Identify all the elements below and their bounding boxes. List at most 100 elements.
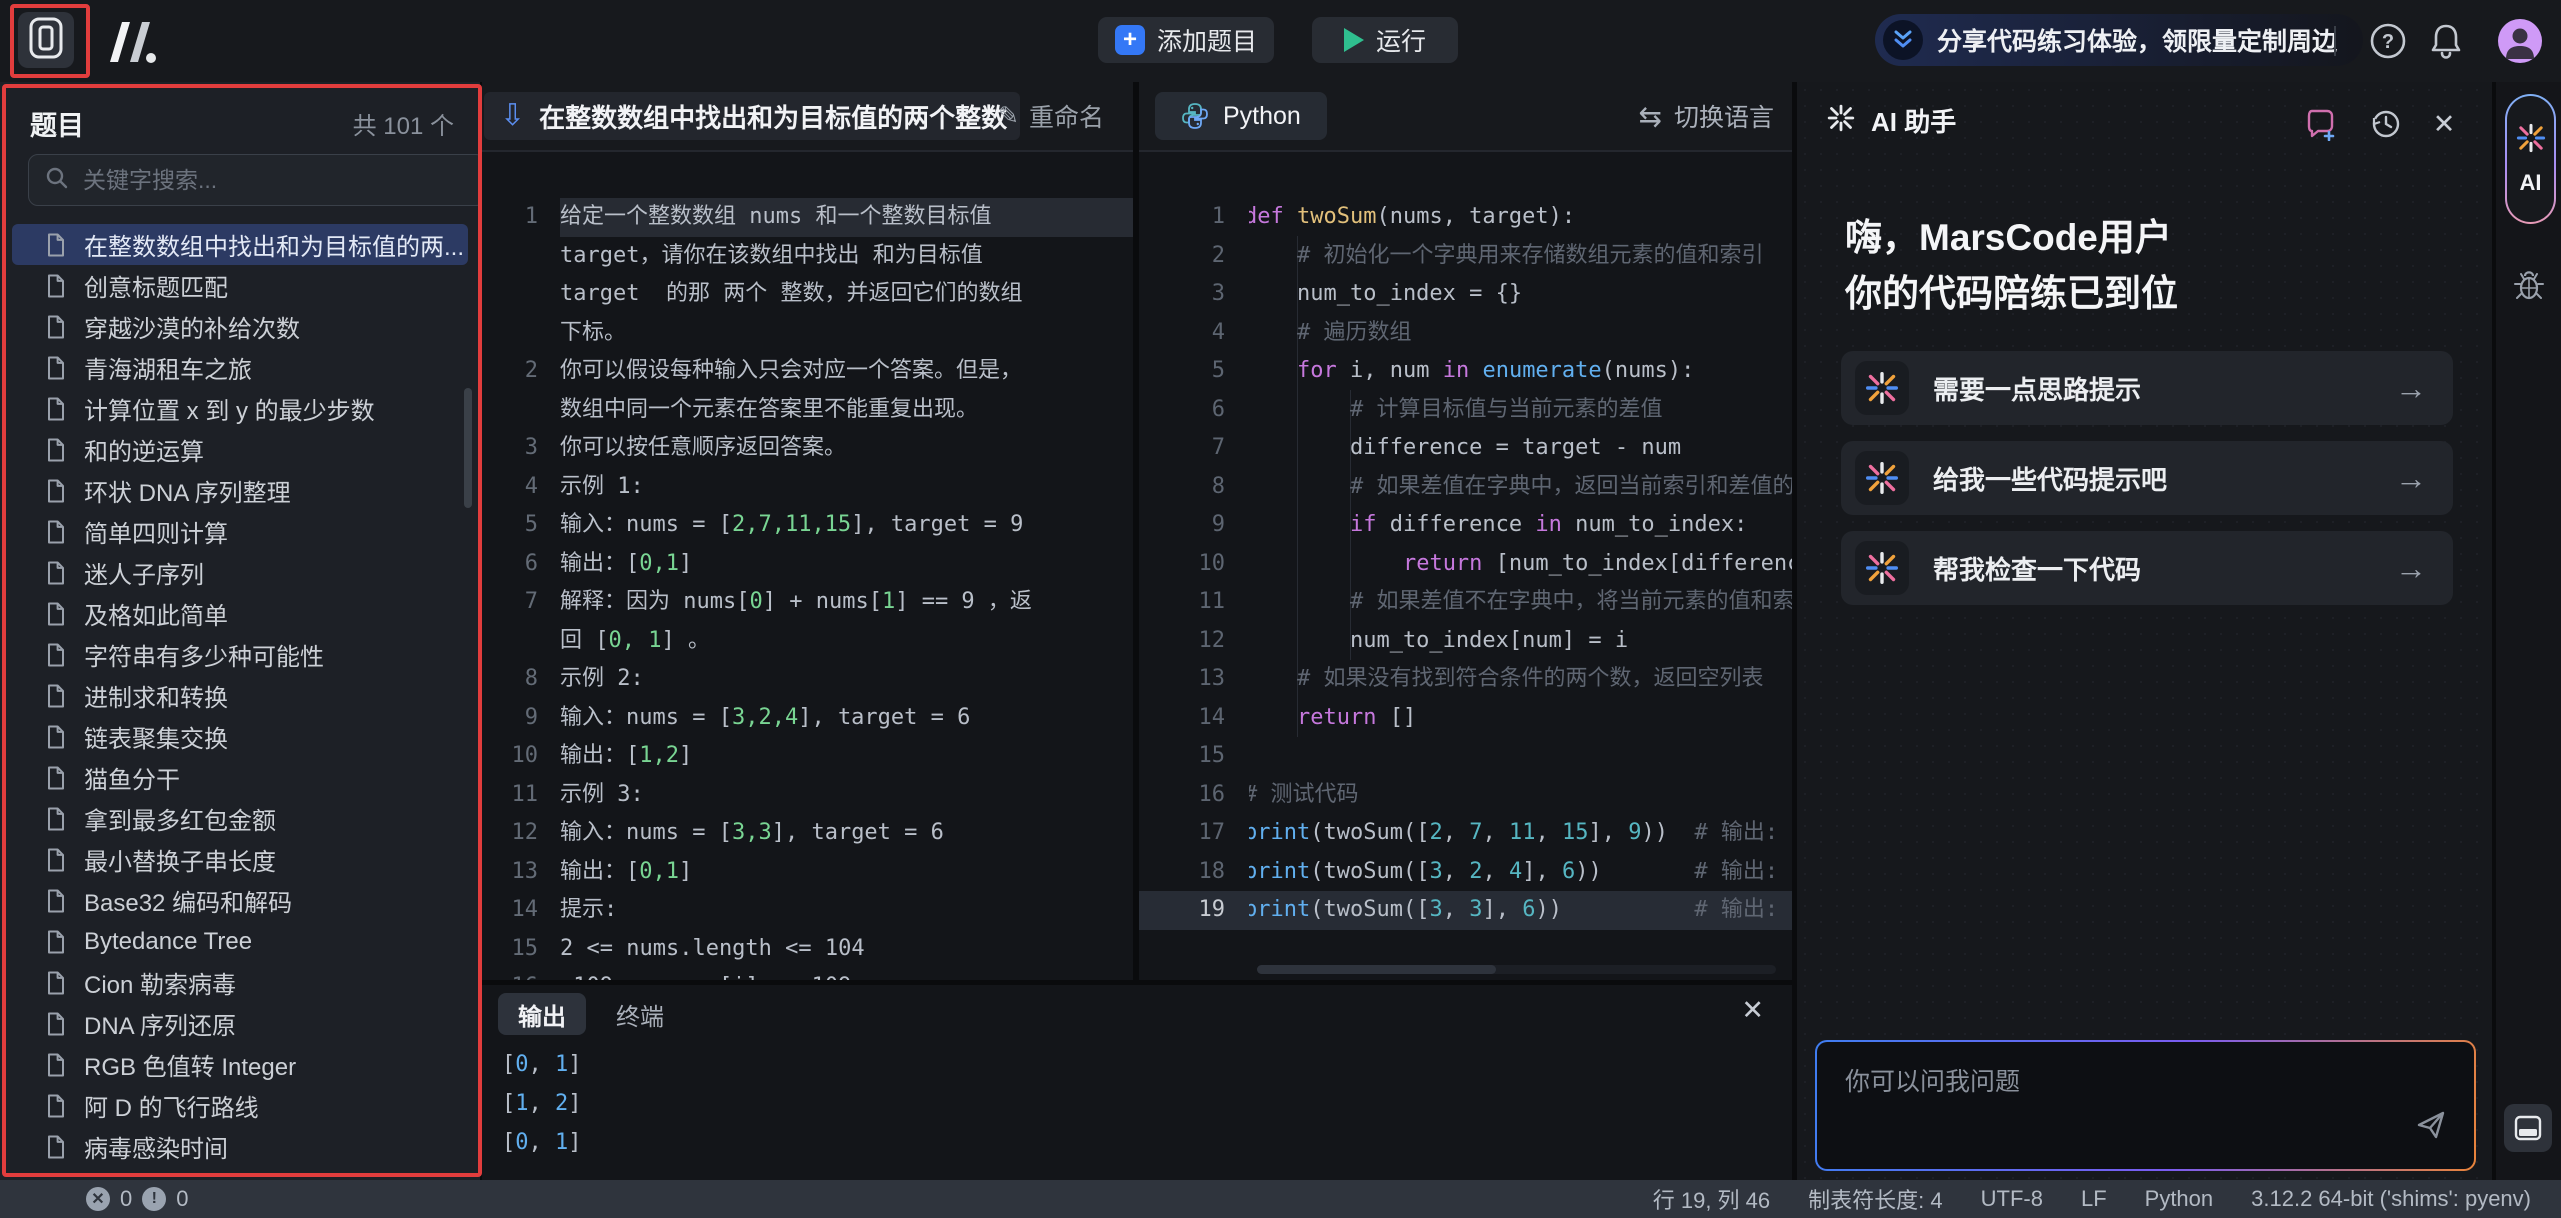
code-line[interactable]: 7 difference = target - num bbox=[1139, 429, 1792, 468]
notifications-button[interactable] bbox=[2424, 19, 2468, 63]
list-item[interactable]: 青海湖租车之旅 bbox=[12, 347, 468, 388]
problem-text-line: 152 <= nums.length <= 104 bbox=[482, 930, 1133, 969]
promo-banner[interactable]: 分享代码练习体验，领限量定制周边 bbox=[1875, 14, 2363, 66]
list-item[interactable]: 创意标题匹配 bbox=[12, 265, 468, 306]
topbar-divider bbox=[2334, 26, 2336, 56]
code-line[interactable]: 10 return [num_to_index[difference], i] bbox=[1139, 545, 1792, 584]
ai-suggestion-card[interactable]: 需要一点思路提示→ bbox=[1841, 351, 2453, 425]
status-item[interactable]: UTF-8 bbox=[1981, 1186, 2043, 1212]
list-item-label: Cion 勒索病毒 bbox=[84, 965, 236, 1000]
list-item[interactable]: 迷人子序列 bbox=[12, 552, 468, 593]
document-icon bbox=[46, 315, 66, 339]
code-line[interactable]: 2 # 初始化一个字典用来存储数组元素的值和索引 bbox=[1139, 237, 1792, 276]
list-item[interactable]: 和的逆运算 bbox=[12, 429, 468, 470]
list-item[interactable]: Bytedance Tree bbox=[12, 921, 468, 962]
errors-icon[interactable]: ✕ bbox=[86, 1187, 110, 1211]
tab-output[interactable]: 输出 bbox=[498, 993, 586, 1035]
debug-bug-icon[interactable] bbox=[2508, 264, 2550, 306]
run-button[interactable]: 运行 bbox=[1312, 17, 1458, 63]
sidebar-scrollbar[interactable] bbox=[464, 388, 472, 508]
line-number: 17 bbox=[1139, 814, 1249, 853]
tab-terminal[interactable]: 终端 bbox=[602, 993, 678, 1035]
status-item[interactable]: Python bbox=[2145, 1186, 2214, 1212]
list-item[interactable]: Base32 编码和解码 bbox=[12, 880, 468, 921]
list-item[interactable]: 阿 D 的飞行路线 bbox=[12, 1085, 468, 1126]
list-item[interactable]: RGB 色值转 Integer bbox=[12, 1044, 468, 1085]
code-line[interactable]: 17print(twoSum([2, 7, 11, 15], 9)) # 输出:… bbox=[1139, 814, 1792, 853]
marscode-logo[interactable] bbox=[102, 18, 158, 66]
code-line[interactable]: 6 # 计算目标值与当前元素的差值 bbox=[1139, 391, 1792, 430]
language-tab-python[interactable]: Python bbox=[1155, 92, 1327, 140]
code-line[interactable]: 18print(twoSum([3, 2, 4], 6)) # 输出: [1, … bbox=[1139, 853, 1792, 892]
ai-tool-tab[interactable]: AI bbox=[2505, 94, 2556, 224]
status-item[interactable]: 行 19, 列 46 bbox=[1653, 1183, 1770, 1215]
sidebar-toggle-button[interactable] bbox=[18, 12, 74, 68]
line-number: 3 bbox=[1139, 275, 1249, 314]
output-content[interactable]: [0, 1][1, 2][0, 1] bbox=[502, 1045, 1782, 1180]
ai-suggestion-card[interactable]: 帮我检查一下代码→ bbox=[1841, 531, 2453, 605]
editor-horizontal-scrollbar[interactable] bbox=[1257, 965, 1776, 974]
list-item[interactable]: 猫鱼分干 bbox=[12, 757, 468, 798]
list-item[interactable]: 字符串有多少种可能性 bbox=[12, 634, 468, 675]
send-icon[interactable] bbox=[2414, 1108, 2448, 1147]
status-item[interactable]: LF bbox=[2081, 1186, 2107, 1212]
code-line[interactable]: 11 # 如果差值不在字典中，将当前元素的值和索引存入字典 bbox=[1139, 583, 1792, 622]
list-item[interactable]: DNA 序列还原 bbox=[12, 1003, 468, 1044]
code-line[interactable]: 13 # 如果没有找到符合条件的两个数，返回空列表 bbox=[1139, 660, 1792, 699]
code-line[interactable]: 15 bbox=[1139, 737, 1792, 776]
code-line[interactable]: 8 # 如果差值在字典中，返回当前索引和差值的索引 bbox=[1139, 468, 1792, 507]
list-item[interactable]: 进制求和转换 bbox=[12, 675, 468, 716]
code-line[interactable]: 9 if difference in num_to_index: bbox=[1139, 506, 1792, 545]
ai-suggestion-label: 帮我检查一下代码 bbox=[1933, 550, 2395, 587]
add-problem-button[interactable]: + 添加题目 bbox=[1098, 17, 1274, 63]
rename-button[interactable]: ✎ 重命名 bbox=[998, 82, 1104, 150]
toggle-bottom-panel-button[interactable] bbox=[2504, 1104, 2552, 1152]
code-line[interactable]: 5 for i, num in enumerate(nums): bbox=[1139, 352, 1792, 391]
list-item[interactable]: 简单四则计算 bbox=[12, 511, 468, 552]
history-icon[interactable] bbox=[2366, 104, 2406, 144]
ai-suggestion-card[interactable]: 给我一些代码提示吧→ bbox=[1841, 441, 2453, 515]
list-item[interactable]: 最小替换子串长度 bbox=[12, 839, 468, 880]
switch-language-button[interactable]: ⇆ 切换语言 bbox=[1639, 82, 1774, 150]
problem-title-chip[interactable]: ⇩ 在整数数组中找出和为目标值的两个整数 bbox=[484, 92, 1020, 140]
code-area[interactable]: 1def twoSum(nums, target):2 # 初始化一个字典用来存… bbox=[1139, 152, 1792, 980]
sparkle-icon bbox=[1855, 541, 1909, 595]
close-output-icon[interactable]: ✕ bbox=[1741, 995, 1764, 1026]
new-chat-icon[interactable] bbox=[2302, 104, 2342, 144]
close-ai-panel-icon[interactable]: ✕ bbox=[2424, 104, 2464, 144]
code-line[interactable]: 16# 测试代码 bbox=[1139, 776, 1792, 815]
list-item[interactable]: 穿越沙漠的补给次数 bbox=[12, 306, 468, 347]
user-avatar[interactable] bbox=[2498, 19, 2542, 63]
list-item[interactable]: 链表聚集交换 bbox=[12, 716, 468, 757]
list-item[interactable]: 病毒感染时间 bbox=[12, 1126, 468, 1167]
search-input[interactable] bbox=[81, 166, 469, 195]
code-line[interactable]: 12 num_to_index[num] = i bbox=[1139, 622, 1792, 661]
status-item[interactable]: 制表符长度: 4 bbox=[1808, 1183, 1942, 1215]
ai-chat-input[interactable] bbox=[1843, 1060, 2387, 1154]
problem-statement[interactable]: 1给定一个整数数组 nums 和一个整数目标值target，请你在该数组中找出 … bbox=[482, 152, 1133, 980]
code-line[interactable]: 1def twoSum(nums, target): bbox=[1139, 198, 1792, 237]
document-icon bbox=[46, 1012, 66, 1036]
list-item[interactable]: 拿到最多红包金额 bbox=[12, 798, 468, 839]
list-item-label: DNA 序列还原 bbox=[84, 1006, 236, 1041]
list-item[interactable]: Cion 勒索病毒 bbox=[12, 962, 468, 1003]
status-bar: ✕ 0 ! 0 行 19, 列 46制表符长度: 4UTF-8LFPython3… bbox=[0, 1180, 2561, 1218]
problem-panel-header: ⇩ 在整数数组中找出和为目标值的两个整数 ✎ 重命名 bbox=[482, 82, 1133, 152]
output-line: [0, 1] bbox=[502, 1123, 1782, 1162]
code-line-current[interactable]: 19print(twoSum([3, 3], 6)) # 输出: [0, 1] bbox=[1139, 891, 1792, 930]
line-number: 6 bbox=[482, 545, 560, 584]
status-item[interactable]: 3.12.2 64-bit ('shims': pyenv) bbox=[2251, 1186, 2531, 1212]
help-button[interactable]: ? bbox=[2366, 19, 2410, 63]
problem-text-line: 回 [0, 1] 。 bbox=[482, 622, 1133, 661]
problem-text-line: 4示例 1: bbox=[482, 468, 1133, 507]
code-line[interactable]: 4 # 遍历数组 bbox=[1139, 314, 1792, 353]
problem-text-line: 14提示: bbox=[482, 891, 1133, 930]
list-item[interactable]: 在整数数组中找出和为目标值的两... bbox=[12, 224, 468, 265]
code-line[interactable]: 14 return [] bbox=[1139, 699, 1792, 738]
warnings-icon[interactable]: ! bbox=[142, 1187, 166, 1211]
list-item[interactable]: 环状 DNA 序列整理 bbox=[12, 470, 468, 511]
search-box[interactable] bbox=[28, 154, 480, 206]
list-item[interactable]: 及格如此简单 bbox=[12, 593, 468, 634]
list-item[interactable]: 计算位置 x 到 y 的最少步数 bbox=[12, 388, 468, 429]
code-line[interactable]: 3 num_to_index = {} bbox=[1139, 275, 1792, 314]
